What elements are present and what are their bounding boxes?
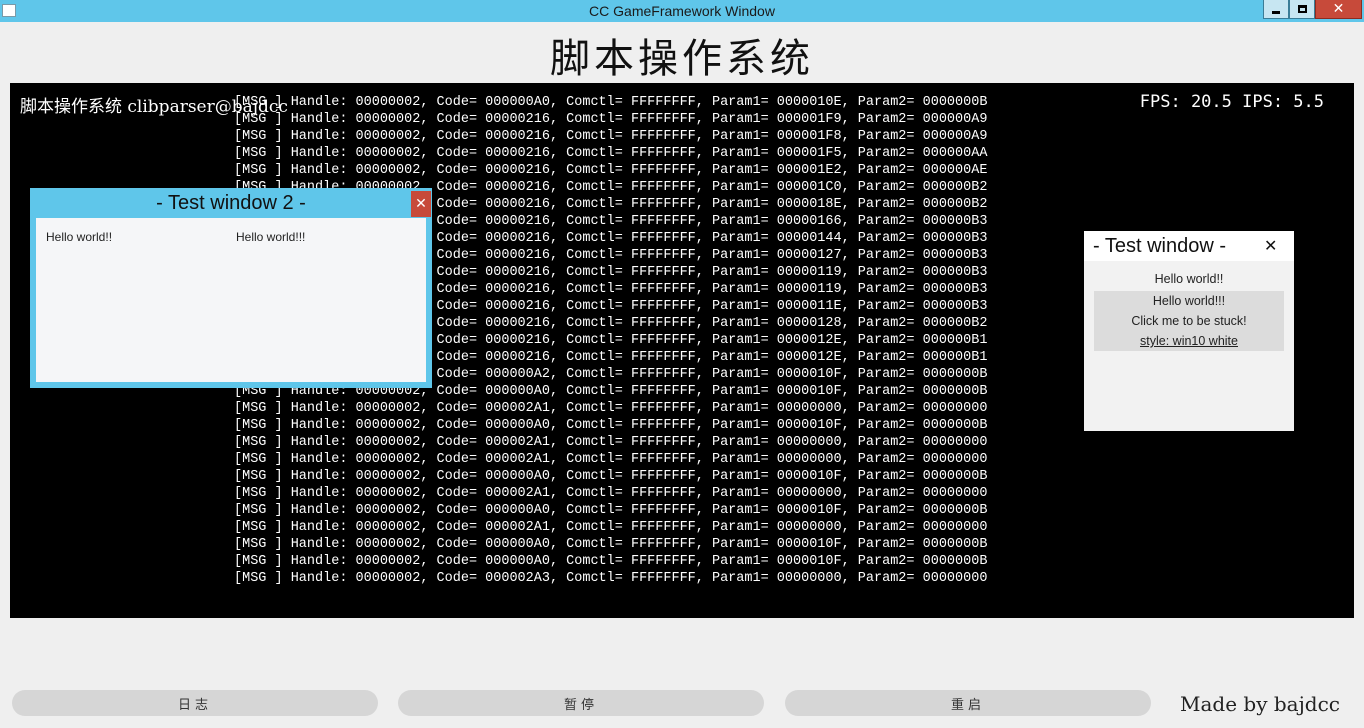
log-line: [MSG ] Handle: 00000002, Code= 000000A0,…: [234, 469, 988, 484]
credit-text: Made by bajdcc: [1180, 692, 1340, 716]
page-title: 脚本操作系统: [550, 36, 814, 82]
log-line: [MSG ] Handle: 00000002, Code= 000002A3,…: [234, 571, 988, 586]
log-line: [MSG ] Handle: 00000002, Code= 000000A0,…: [234, 418, 988, 433]
test-window-2-close-button[interactable]: ✕: [411, 191, 431, 217]
restart-button[interactable]: 重启: [785, 690, 1151, 716]
close-icon: ✕: [415, 196, 427, 212]
log-line: [MSG ] Handle: 00000002, Code= 000002A1,…: [234, 520, 988, 535]
minimize-button[interactable]: [1263, 0, 1289, 19]
log-line: [MSG ] Handle: 00000002, Code= 000002A1,…: [234, 435, 988, 450]
test-window-title: - Test window -: [1093, 235, 1227, 257]
hello-label: Hello world!!: [46, 230, 113, 244]
log-line: [MSG ] Handle: 00000002, Code= 00000216,…: [234, 112, 988, 127]
log-line: [MSG ] Handle: 00000002, Code= 00000216,…: [234, 146, 988, 161]
log-line: [MSG ] Handle: 00000002, Code= 00000216,…: [234, 129, 988, 144]
hello-label: Hello world!!: [1154, 272, 1224, 286]
restore-button[interactable]: [1289, 0, 1315, 19]
log-line: [MSG ] Handle: 00000002, Code= 000002A1,…: [234, 486, 988, 501]
test-window-close-button[interactable]: ✕: [1264, 236, 1277, 255]
log-line: [MSG ] Handle: 00000002, Code= 000000A0,…: [234, 554, 988, 569]
stuck-button[interactable]: Click me to be stuck!: [1094, 311, 1284, 331]
style-link[interactable]: style: win10 white: [1094, 331, 1284, 351]
log-button[interactable]: 日志: [12, 690, 378, 716]
test-window-titlebar[interactable]: - Test window - ✕: [1084, 231, 1294, 261]
log-line: [MSG ] Handle: 00000002, Code= 000002A1,…: [234, 452, 988, 467]
console-header: 脚本操作系统 clibparser@bajdcc: [20, 97, 288, 117]
hello-label-2: Hello world!!!: [236, 230, 306, 244]
minimize-icon: [1272, 10, 1280, 14]
test-window-2-title[interactable]: - Test window 2 -: [30, 192, 432, 215]
window-titlebar[interactable]: CC GameFramework Window ✕: [0, 0, 1364, 22]
test-window[interactable]: - Test window - ✕ Hello world!! Hello wo…: [1084, 231, 1294, 431]
log-line: [MSG ] Handle: 00000002, Code= 000000A0,…: [234, 95, 988, 110]
fps-readout: FPS: 20.5 IPS: 5.5: [1139, 92, 1324, 112]
close-icon: ✕: [1332, 1, 1345, 17]
log-line: [MSG ] Handle: 00000002, Code= 00000216,…: [234, 163, 988, 178]
window-title: CC GameFramework Window: [589, 3, 775, 19]
pause-button[interactable]: 暂停: [398, 690, 764, 716]
hello-button[interactable]: Hello world!!!: [1094, 291, 1284, 311]
test-window-2[interactable]: - Test window 2 - ✕ Hello world!! Hello …: [30, 188, 432, 388]
log-line: [MSG ] Handle: 00000002, Code= 000002A1,…: [234, 401, 988, 416]
test-window-2-body: Hello world!! Hello world!!!: [36, 218, 426, 382]
close-button[interactable]: ✕: [1315, 0, 1362, 19]
log-line: [MSG ] Handle: 00000002, Code= 000000A0,…: [234, 503, 988, 518]
restore-icon: [1297, 5, 1307, 13]
log-line: [MSG ] Handle: 00000002, Code= 000000A0,…: [234, 537, 988, 552]
